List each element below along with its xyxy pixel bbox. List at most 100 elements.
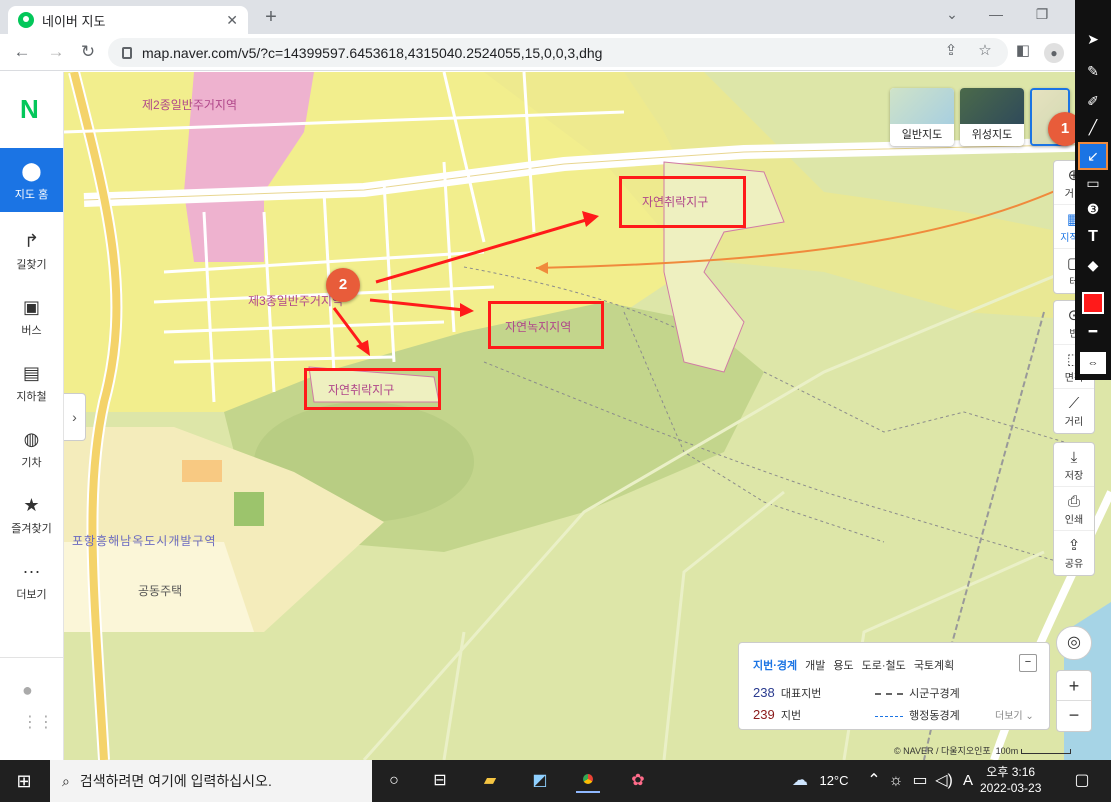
layer-label: 위성지도 [971,129,1013,141]
widgets-icon[interactable]: ⊟ [428,769,452,793]
taskbar-search-box[interactable]: ⌕ 검색하려면 여기에 입력하십시오. [50,760,372,802]
ime-indicator[interactable]: A [956,769,980,793]
paint-tool-icon[interactable]: ✿ [626,769,650,793]
printer-icon: ⎙ [1067,493,1080,510]
file-explorer-icon[interactable]: ▰ [478,769,502,793]
pointer-tool-icon[interactable]: ➤ [1082,28,1104,50]
tool-label: 저장 [1064,471,1084,482]
browser-tab[interactable]: 네이버 지도 ✕ [8,6,248,34]
legend-minimize-button[interactable]: − [1019,654,1037,672]
layer-label: 일반지도 [901,129,943,141]
restore-button[interactable]: ❐ [1030,6,1054,23]
notepad-icon[interactable]: ◩ [528,769,552,793]
map-canvas[interactable]: 제2종일반주거지역 제3종일반주거지역 포항흥해남옥도시개발구역 공동주택 자연… [64,72,1111,760]
normal-map-thumbnail [890,88,954,124]
onedrive-icon[interactable]: ☼ [884,769,908,793]
district-boundary-line [875,693,903,696]
layer-satellite-button[interactable]: 위성지도 [960,88,1024,146]
map-scale: © NAVER / 다울지오인포 100m [894,744,1071,757]
legend-number: 239 [753,707,775,722]
arrow-tool-icon[interactable]: ↙ [1078,142,1108,170]
legend-tab[interactable]: 개발 [805,657,825,673]
chevron-right-icon: › [72,409,77,425]
tab-search-icon[interactable]: ⌄ [940,6,964,23]
url-input[interactable]: map.naver.com/v5/?c=14399597.6453618,431… [108,38,1008,67]
text-tool-icon[interactable]: T [1082,226,1104,248]
layer-normal-button[interactable]: 일반지도 [890,88,954,146]
zoom-in-button[interactable]: + [1057,671,1091,701]
map-attribution: © NAVER / 다울지오인포 [894,746,991,756]
my-location-button[interactable]: ◎ [1056,626,1092,660]
apps-grid-icon[interactable]: ⋮⋮ [22,712,54,732]
legend-tab[interactable]: 도로·철도 [862,657,906,673]
satellite-map-thumbnail [960,88,1024,124]
scale-distance: 100m [995,746,1019,756]
new-tab-button[interactable]: + [258,6,284,30]
annotation-toolbar: ➤ ✎ ✐ ╱ ↙ ▭ ❸ T ◆ ━ ⇔ [1075,0,1111,380]
sidebar-item-label: 즐겨찾기 [11,523,52,535]
profile-icon[interactable]: ● [1044,43,1064,63]
legend-tab[interactable]: 지번·경계 [753,657,797,673]
rectangle-tool-icon[interactable]: ▭ [1082,172,1104,194]
back-button[interactable]: ← [10,41,34,65]
stroke-width-icon[interactable]: ━ [1082,320,1104,342]
user-icon[interactable]: ● [22,680,33,701]
dong-boundary-line [875,715,903,717]
close-tab-icon[interactable]: ✕ [226,12,238,29]
minimize-button[interactable]: — [984,6,1008,22]
export-tool-group: ⤓ 저장 ⎙ 인쇄 ⇪ 공유 [1053,442,1095,576]
sidebar-item-favorites[interactable]: ★ 즐겨찾기 [0,482,63,546]
eraser-tool-icon[interactable]: ◆ [1082,254,1104,276]
sidebar-item-train[interactable]: ◍ 기차 [0,416,63,480]
sidebar-item-label: 길찾기 [16,259,47,271]
taskbar-clock[interactable]: 오후 3:16 2022-03-23 [980,764,1041,796]
windows-start-icon[interactable]: ⊞ [12,769,36,793]
sidebar-item-label: 지하철 [16,391,47,403]
sidebar-collapse-button[interactable]: › [64,393,86,441]
bookmark-star-icon[interactable]: ☆ [974,41,996,59]
naver-logo[interactable]: N [20,94,39,125]
resize-toolbar-icon[interactable]: ⇔ [1080,352,1106,374]
sidebar-item-bus[interactable]: ▣ 버스 [0,284,63,348]
pencil-tool-icon[interactable]: ✎ [1082,60,1104,82]
legend-label: 지번 [780,710,802,722]
legend-label: 행정동경계 [909,710,960,722]
windows-taskbar: ⊞ ⌕ 검색하려면 여기에 입력하십시오. ○ ⊟ ▰ ◩ ✿ ☁ 12°C ⌃… [0,760,1111,802]
legend-tab[interactable]: 국토계획 [914,657,954,673]
naver-sidebar: N ⬤ 지도 홈 ↱ 길찾기 ▣ 버스 ▤ 지하철 ◍ 기차 ★ 즐겨찾기 ··… [0,72,64,760]
chrome-icon[interactable] [576,769,600,793]
search-placeholder: 검색하려면 여기에 입력하십시오. [79,773,272,789]
sidebar-item-more[interactable]: ··· 더보기 [0,548,63,612]
share-icon[interactable]: ⇪ [940,41,962,59]
location-target-icon: ◎ [1067,634,1081,651]
stamp-tool-icon[interactable]: ❸ [1082,198,1104,220]
network-icon[interactable]: ▭ [908,769,932,793]
cadastral-legend-panel: 지번·경계 개발 용도 도로·철도 국토계획 − 238 대표지번 239 지번… [738,642,1050,730]
line-tool-icon[interactable]: ╱ [1082,116,1104,138]
side-panel-icon[interactable]: ◧ [1012,41,1034,59]
map-pin-icon: ⬤ [21,161,42,181]
reload-button[interactable]: ↻ [76,41,100,65]
save-button[interactable]: ⤓ 저장 [1054,443,1094,487]
zone-label: 자연취락지구 [328,383,395,397]
tray-chevron-icon[interactable]: ⌃ [862,769,886,793]
forward-button[interactable]: → [44,41,68,65]
print-button[interactable]: ⎙ 인쇄 [1054,487,1094,531]
clock-date: 2022-03-23 [980,781,1042,795]
zone-label: 포항흥해남옥도시개발구역 [72,534,217,548]
legend-more-button[interactable]: 더보기 ⌄ [995,707,1034,722]
volume-icon[interactable]: ◁) [932,769,956,793]
zoom-out-button[interactable]: − [1057,701,1091,731]
color-picker-swatch[interactable] [1082,292,1104,314]
sidebar-item-subway[interactable]: ▤ 지하철 [0,350,63,414]
marker-tool-icon[interactable]: ✐ [1082,90,1104,112]
legend-tab[interactable]: 용도 [833,657,853,673]
notifications-icon[interactable]: ▢ [1070,769,1094,793]
task-view-icon[interactable]: ○ [382,769,406,793]
share-button[interactable]: ⇪ 공유 [1054,531,1094,575]
ruler-tool-button[interactable]: ⟋ 거리 [1054,389,1094,433]
sidebar-item-map-home[interactable]: ⬤ 지도 홈 [0,148,63,212]
tool-label: 공유 [1064,559,1084,570]
sidebar-item-directions[interactable]: ↱ 길찾기 [0,218,63,282]
legend-tabs: 지번·경계 개발 용도 도로·철도 국토계획 [753,657,954,673]
